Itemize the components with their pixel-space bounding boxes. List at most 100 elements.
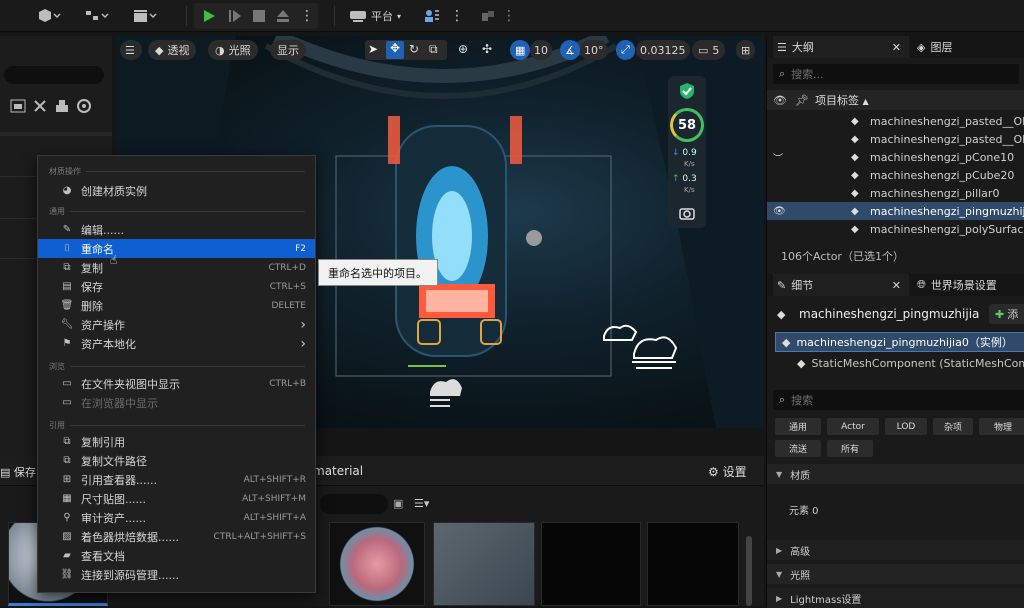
camera-capture-icon[interactable] (679, 206, 695, 220)
eye-icon[interactable]: 👁︎ (773, 206, 786, 217)
menu-item-save[interactable]: ▤ 保存 CTRL+S (38, 277, 315, 296)
filter-button[interactable]: ☰▾ (414, 497, 429, 510)
angle-snap-value[interactable]: 10° (580, 40, 608, 60)
filter-row2-1[interactable]: 所有 (827, 440, 873, 457)
scrollbar[interactable] (746, 536, 752, 606)
landscape-tool-icon[interactable] (10, 98, 26, 114)
outliner-row[interactable]: 👁︎ ◆ machineshengzi_pingmuzhijia (767, 202, 1024, 220)
component-instance-row[interactable]: ◆ machineshengzi_pingmuzhijia0（实例） (775, 332, 1024, 352)
grid-snap-value[interactable]: 10 (530, 40, 552, 60)
breadcrumb-path[interactable]: material (313, 464, 363, 478)
mesh-paint-icon[interactable] (54, 98, 70, 114)
filter-0[interactable]: 通用 (775, 418, 821, 435)
actor-name[interactable]: machineshengzi_pingmuzhijia (799, 307, 979, 321)
cinematics-button[interactable] (128, 5, 162, 27)
scale-tool-button[interactable]: ⧉ (429, 42, 445, 58)
menu-item-asset-localization[interactable]: ⚑ 资产本地化 › (38, 334, 315, 353)
asset-thumbnail[interactable] (433, 522, 535, 606)
menu-item-view-docs[interactable]: ▰ 查看文档 (38, 546, 315, 565)
tab-world-settings[interactable]: 🌐︎ 世界场景设置 (917, 274, 997, 296)
scale-snap-value[interactable]: 0.03125 (636, 40, 690, 60)
step-button[interactable] (224, 5, 246, 27)
outliner-row[interactable]: ◆ machineshengzi_pCube20 (767, 166, 1024, 184)
menu-item-audit-assets[interactable]: ⚲ 审计资产...... ALT+SHIFT+A (38, 508, 315, 527)
menu-item-copy-reference[interactable]: ⧉ 复制引用 (38, 432, 315, 451)
project-settings-button[interactable] (420, 5, 444, 27)
outliner-row[interactable]: ◆ machineshengzi_pasted__Obj (767, 112, 1024, 130)
lit-mode-button[interactable]: ◑ 光照 (208, 40, 258, 60)
section-lighting[interactable]: ▼ 光照 (767, 564, 1024, 584)
more-options-button[interactable]: ⋮ (300, 5, 314, 27)
content-search-input[interactable] (320, 494, 388, 514)
surface-snap-button[interactable]: ✣ (482, 42, 492, 56)
play-button[interactable] (198, 5, 220, 27)
save-all-button[interactable]: ▤ 保存 (0, 464, 36, 480)
select-tool-button[interactable]: ➤ (368, 42, 384, 58)
menu-item-asset-actions[interactable]: 🔧︎ 资产操作 › (38, 315, 315, 334)
outliner-row[interactable]: ◆ machineshengzi_polySurface (767, 220, 1024, 238)
menu-item-show-in-folder[interactable]: ▭ 在文件夹视图中显示 CTRL+B (38, 374, 315, 393)
perspective-button[interactable]: ◆ 透视 (148, 40, 197, 60)
outliner-row[interactable]: ︶ ◆ machineshengzi_pCone10 (767, 148, 1024, 166)
menu-item-create-material-instance[interactable]: ◕ 创建材质实例 (38, 181, 315, 200)
outliner-row[interactable]: ◆ machineshengzi_pillar0 (767, 184, 1024, 202)
rename-icon: ⌷ (64, 243, 70, 254)
show-button[interactable]: 显示 (270, 40, 306, 60)
content-settings-button[interactable]: ⚙ 设置 (708, 463, 747, 480)
tab-layers[interactable]: ◈ 图层 (917, 36, 952, 58)
close-icon[interactable]: ✕ (892, 41, 901, 54)
source-control-button[interactable] (478, 5, 498, 27)
stop-button[interactable] (248, 5, 270, 27)
menu-item-duplicate[interactable]: ⧉ 复制 CTRL+D (38, 258, 315, 277)
outliner-row[interactable]: ◆ machineshengzi_pasted__Obj (767, 130, 1024, 148)
search-icon: ⌕ (779, 67, 786, 80)
column-label[interactable]: 项目标签 ▲ (815, 92, 869, 108)
platform-button[interactable]: 平台 ▾ (344, 5, 406, 27)
tab-details[interactable]: ✎ 细节 ✕ (773, 274, 909, 296)
world-space-button[interactable]: ⊕ (458, 42, 468, 56)
details-search-input[interactable]: ⌕ 搜索 (773, 390, 1024, 410)
section-lightmass[interactable]: ▶ Lightmass设置 (767, 588, 1024, 608)
add-component-button[interactable]: ✚ 添 (989, 304, 1024, 324)
toolbar-more-button[interactable]: ⋮ (450, 5, 464, 27)
foliage-tool-icon[interactable] (32, 98, 48, 114)
add-actor-button[interactable] (32, 5, 66, 27)
close-icon[interactable]: ✕ (892, 279, 901, 292)
outliner-search-input[interactable]: ⌕ 搜索... (773, 64, 1019, 84)
menu-item-edit[interactable]: ✎ 编辑...... (38, 220, 315, 239)
menu-item-shader-cook-data[interactable]: ▨ 着色器烘焙数据...... CTRL+ALT+SHIFT+S (38, 527, 315, 546)
camera-speed-button[interactable]: ▭ 5 (692, 40, 726, 60)
menu-item-reference-viewer[interactable]: ⊞ 引用查看器...... ALT+SHIFT+R (38, 470, 315, 489)
menu-item-rename[interactable]: ⌷ 重命名 F2 (38, 239, 315, 258)
save-search-button[interactable]: ▣ (393, 497, 403, 510)
section-advanced[interactable]: ▶ 高级 (767, 540, 1024, 560)
filter-row2-0[interactable]: 流送 (775, 440, 821, 457)
rotate-tool-button[interactable]: ↻ (409, 42, 425, 58)
menu-item-delete[interactable]: 🗑︎ 删除 DELETE (38, 296, 315, 315)
scale-snap-button[interactable]: ⤢ (616, 40, 635, 60)
filter-4[interactable]: 物理 (979, 418, 1024, 435)
asset-thumbnail[interactable] (541, 522, 641, 606)
viewport-layout-button[interactable]: ⊞ (736, 40, 756, 60)
eject-button[interactable] (272, 5, 294, 27)
menu-item-size-map[interactable]: ▦ 尺寸贴图...... ALT+SHIFT+M (38, 489, 315, 508)
component-row[interactable]: ◆ StaticMeshComponent (StaticMeshCom (797, 354, 1024, 372)
filter-2[interactable]: LOD (885, 418, 927, 435)
menu-item-connect-source-control[interactable]: ⛓︎ 连接到源码管理...... (38, 565, 315, 584)
translate-tool-button[interactable]: ✥ (386, 41, 404, 59)
tab-outliner[interactable]: ☰ 大纲 ✕ (773, 36, 909, 58)
eye-closed-icon[interactable]: ︶ (773, 150, 783, 165)
blueprint-button[interactable] (80, 5, 114, 27)
asset-thumbnail[interactable] (329, 522, 425, 606)
toolbar-overflow-button[interactable]: ⋮ (502, 5, 516, 27)
mode-search-input[interactable] (4, 66, 104, 84)
menu-item-show-in-browser[interactable]: ▭ 在浏览器中显示 (38, 393, 315, 412)
filter-3[interactable]: 杂项 (933, 418, 973, 435)
angle-snap-button[interactable]: ∡ (560, 40, 580, 60)
asset-thumbnail[interactable] (647, 522, 739, 606)
filter-1[interactable]: Actor (827, 418, 879, 435)
menu-item-copy-file-path[interactable]: ⧉ 复制文件路径 (38, 451, 315, 470)
fracture-tool-icon[interactable] (76, 98, 92, 114)
section-materials[interactable]: ▼ 材质 (767, 464, 1024, 484)
viewport-options-button[interactable]: ☰ (120, 40, 142, 60)
